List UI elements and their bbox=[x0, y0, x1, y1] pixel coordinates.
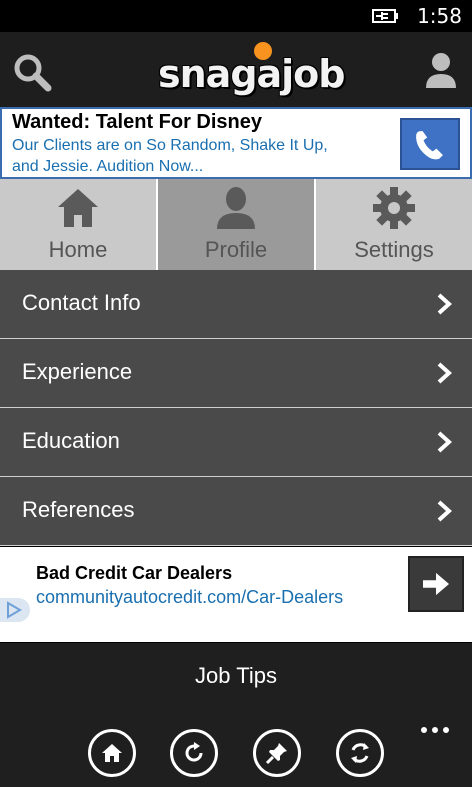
appbar-pin-button[interactable] bbox=[253, 729, 301, 777]
search-icon[interactable] bbox=[12, 52, 52, 92]
chevron-right-icon bbox=[437, 500, 452, 522]
app-bar-title[interactable]: Job Tips bbox=[0, 663, 472, 689]
battery-charging-icon bbox=[372, 9, 398, 23]
ad-title: Bad Credit Car Dealers bbox=[36, 563, 233, 583]
arrow-right-icon bbox=[423, 572, 449, 596]
appbar-home-button[interactable] bbox=[88, 729, 136, 777]
sync-icon bbox=[351, 743, 369, 763]
tab-label: Settings bbox=[354, 237, 434, 262]
menu-item-label: Experience bbox=[22, 359, 133, 384]
ad-banner-top[interactable]: Wanted: Talent For Disney Our Clients ar… bbox=[0, 107, 472, 179]
menu-item-experience[interactable]: Experience bbox=[0, 339, 472, 408]
ad-go-button[interactable] bbox=[408, 556, 464, 612]
ad-title: Wanted: Talent For Disney bbox=[12, 111, 263, 133]
tab-home[interactable]: Home bbox=[0, 179, 156, 270]
menu-item-contact-info[interactable]: Contact Info bbox=[0, 270, 472, 339]
profile-menu: Contact Info Experience Education Refere… bbox=[0, 270, 472, 546]
ad-banner-bottom[interactable]: Bad Credit Car Dealers communityautocred… bbox=[0, 547, 472, 642]
menu-item-education[interactable]: Education bbox=[0, 408, 472, 477]
gear-icon bbox=[373, 187, 415, 229]
chevron-right-icon bbox=[437, 293, 452, 315]
clock: 1:58 bbox=[417, 4, 462, 28]
tab-bar: Home Profile Settings bbox=[0, 179, 472, 270]
more-icon[interactable] bbox=[420, 725, 450, 735]
tab-label: Profile bbox=[204, 237, 268, 262]
refresh-icon bbox=[185, 742, 203, 762]
adchoices-icon[interactable] bbox=[0, 598, 30, 622]
status-bar: 1:58 bbox=[0, 0, 472, 32]
snagajob-logo: snagajob bbox=[158, 42, 346, 100]
home-icon bbox=[102, 744, 122, 762]
menu-item-label: Education bbox=[22, 428, 120, 453]
person-icon[interactable] bbox=[424, 50, 458, 90]
home-icon bbox=[58, 189, 98, 227]
ad-body: Our Clients are on So Random, Shake It U… bbox=[12, 137, 328, 175]
tab-label: Home bbox=[48, 237, 108, 262]
pin-icon bbox=[265, 743, 287, 765]
logo-text: snagajob bbox=[158, 52, 346, 96]
person-icon bbox=[217, 187, 255, 229]
app-header: snagajob bbox=[0, 32, 472, 107]
app-bar: Job Tips bbox=[0, 643, 472, 787]
menu-item-label: Contact Info bbox=[22, 290, 141, 315]
menu-item-label: References bbox=[22, 497, 135, 522]
chevron-right-icon bbox=[437, 431, 452, 453]
tab-settings[interactable]: Settings bbox=[316, 179, 472, 270]
appbar-refresh-button[interactable] bbox=[170, 729, 218, 777]
appbar-sync-button[interactable] bbox=[336, 729, 384, 777]
ad-url[interactable]: communityautocredit.com/Car-Dealers bbox=[36, 587, 343, 608]
play-triangle-icon bbox=[7, 601, 22, 619]
chevron-right-icon bbox=[437, 362, 452, 384]
menu-item-references[interactable]: References bbox=[0, 477, 472, 546]
call-button[interactable] bbox=[400, 118, 460, 170]
tab-profile[interactable]: Profile bbox=[158, 179, 314, 270]
phone-icon bbox=[416, 131, 443, 160]
